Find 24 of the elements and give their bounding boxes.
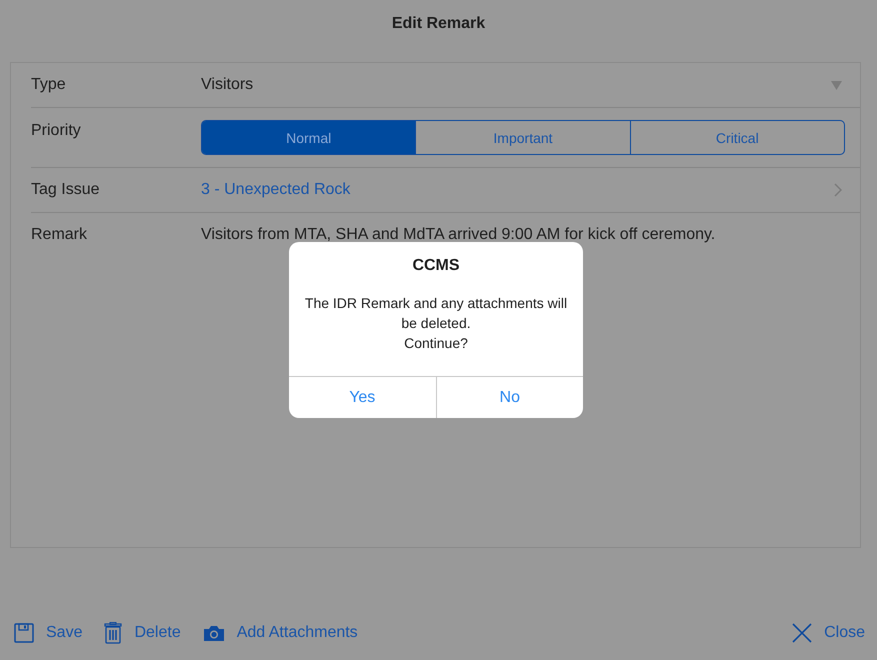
toolbar-button[interactable]: Delete: [104, 620, 181, 646]
toolbar-button[interactable]: Add Attachments: [202, 622, 358, 644]
dropdown-arrow-icon[interactable]: [831, 80, 842, 90]
alert-message: The IDR Remark and any attachments will be deleted. Continue?: [304, 294, 568, 353]
close-icon: [792, 623, 812, 643]
alert-button[interactable]: No: [436, 377, 583, 418]
tag-issue-link[interactable]: 3 - Unexpected Rock: [201, 181, 834, 199]
field-label: Remark: [31, 226, 88, 244]
priority-segment[interactable]: Critical: [630, 121, 844, 154]
field-label: Type: [31, 76, 67, 94]
priority-segment[interactable]: Normal: [202, 121, 416, 154]
chevron-right-icon[interactable]: [834, 183, 842, 197]
close-button[interactable]: Close: [792, 621, 865, 645]
type-value[interactable]: Visitors: [201, 76, 831, 94]
alert-button[interactable]: Yes: [289, 377, 436, 418]
remark-text: Visitors from MTA, SHA and MdTA arrived 9:00 AM for kick off ceremony.: [201, 226, 716, 244]
alert-title: CCMS: [411, 257, 461, 275]
trash-can-icon: [104, 622, 122, 644]
field-label: Tag Issue: [31, 181, 100, 199]
toolbar-button[interactable]: Save: [14, 621, 82, 645]
camera-icon: [202, 624, 225, 642]
priority-segment[interactable]: Important: [415, 121, 630, 154]
window-title: Edit Remark: [390, 14, 486, 34]
field-label: Priority: [31, 122, 82, 140]
